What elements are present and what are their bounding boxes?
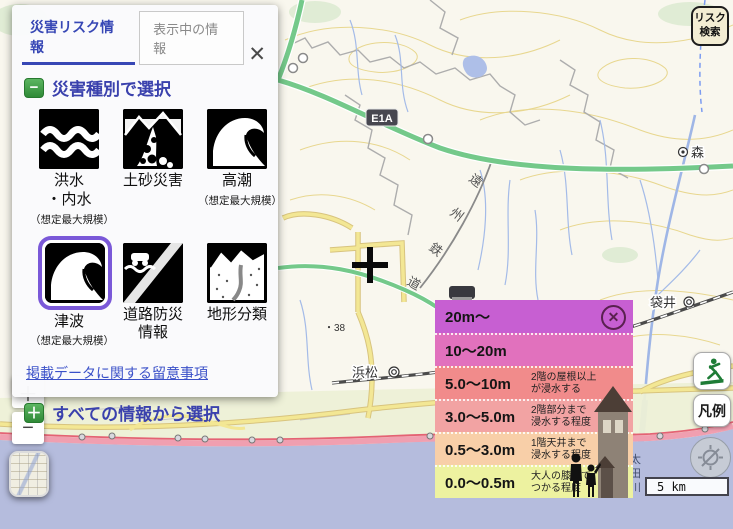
risk-search-label-1: リスク	[694, 12, 726, 26]
location-target-icon	[697, 444, 724, 471]
legend-range: 3.0～5.0m	[445, 406, 531, 427]
panel-tabbar: 災害リスク情報 表示中の情報 ✕	[12, 5, 278, 65]
tile-label: 高潮	[206, 172, 268, 191]
landslide-icon	[123, 109, 183, 169]
tile-note: （想定最大規模）	[30, 333, 108, 348]
current-location-button[interactable]	[690, 437, 731, 478]
scale-bar: 5 km	[645, 477, 729, 496]
tile-note: （想定最大規模）	[30, 212, 108, 227]
tab-displayed-info[interactable]: 表示中の情報	[139, 11, 244, 65]
town-symbol-mori-dot	[681, 150, 684, 153]
legend-toggle-button[interactable]: 凡例	[693, 394, 731, 427]
label-hamamatsu: 浜松	[352, 365, 378, 380]
disaster-type-road-disaster[interactable]: 道路防災 情報	[122, 243, 184, 344]
tab-disaster-risk-info[interactable]: 災害リスク情報	[22, 11, 135, 65]
legend-range: 5.0～10m	[445, 373, 531, 394]
disaster-type-landform[interactable]: 地形分類	[206, 243, 268, 325]
legend-desc: 2階部分まで浸水する程度	[531, 405, 591, 429]
selected-outline	[38, 236, 112, 310]
overview-minimap-button[interactable]	[9, 451, 49, 497]
risk-search-label-2: 検索	[700, 26, 721, 40]
legend-desc: 2階の屋根以上が浸水する	[531, 372, 597, 396]
tile-note: （想定最大規模）	[198, 193, 276, 208]
person-depth-illustration	[567, 453, 601, 498]
tile-label: 津波	[38, 313, 100, 332]
section-by-type: − 災害種別で選択	[24, 75, 278, 100]
map-marker	[449, 286, 475, 300]
legend-range: 0.0～0.5m	[445, 472, 531, 493]
collapse-minus-icon[interactable]: −	[24, 78, 44, 98]
disaster-type-landslide[interactable]: 土砂災害	[122, 109, 184, 191]
evacuation-button[interactable]	[693, 352, 731, 390]
highway-shield-e1a: E1A	[366, 109, 398, 126]
running-person-icon	[697, 356, 727, 386]
data-notes-link[interactable]: 掲載データに関する留意事項	[26, 363, 208, 383]
city-symbol-hamamatsu	[389, 367, 399, 377]
flood-icon	[39, 109, 99, 169]
disaster-type-storm-surge[interactable]: 高潮 （想定最大規模）	[206, 109, 268, 208]
tile-label: 洪水	[38, 172, 100, 191]
disaster-type-tsunami[interactable]: 津波 （想定最大規模）	[38, 243, 100, 349]
hazard-map-app: E1A 森 袋井 浜松 太 田 川 遠 州 鉄 道 ・38 ＋	[0, 0, 733, 529]
section-title-by-type: 災害種別で選択	[52, 75, 171, 100]
section-title-all-info: すべての情報から選択	[52, 400, 220, 425]
road-disaster-icon	[123, 243, 183, 303]
storm-surge-icon	[207, 109, 267, 169]
legend-row: 10～20m	[435, 333, 633, 366]
tsunami-icon	[45, 243, 105, 303]
legend-range: 0.5～3.0m	[445, 439, 531, 460]
section-all-info: ＋ すべての情報から選択	[24, 400, 278, 425]
landform-icon	[207, 243, 267, 303]
disaster-type-row-2: 津波 （想定最大規模） 道路防災 情報	[12, 243, 278, 349]
label-fukuroi: 袋井	[650, 295, 676, 310]
tile-label: 道路防災	[122, 306, 184, 325]
label-spot-elevation: ・38	[324, 323, 346, 334]
legend-range: 20m～	[445, 306, 531, 327]
tile-label: 地形分類	[206, 306, 268, 325]
risk-search-button[interactable]: リスク 検索	[691, 6, 729, 46]
tsunami-depth-legend: ✕ 20m～ 10～20m 5.0～10m 2階の屋根以上が浸水する 3.0～5…	[435, 300, 633, 498]
disaster-type-flood[interactable]: 洪水 ・内水 （想定最大規模）	[38, 109, 100, 227]
label-mori: 森	[691, 145, 704, 160]
tile-label-2: ・内水	[38, 191, 100, 210]
disaster-risk-panel: 災害リスク情報 表示中の情報 ✕ − 災害種別で選択 洪水 ・内水 （想定最大規…	[12, 5, 278, 397]
close-icon[interactable]: ✕	[244, 44, 270, 65]
legend-range: 10～20m	[445, 340, 531, 361]
city-symbol-fukuroi	[684, 297, 694, 307]
highway-shield-label: E1A	[371, 113, 392, 125]
disaster-type-row-1: 洪水 ・内水 （想定最大規模） 土砂災害	[12, 109, 278, 227]
legend-close-icon[interactable]: ✕	[601, 305, 626, 330]
tile-label-2: 情報	[122, 324, 184, 343]
tile-label: 土砂災害	[122, 172, 184, 191]
expand-plus-icon[interactable]: ＋	[24, 403, 44, 423]
